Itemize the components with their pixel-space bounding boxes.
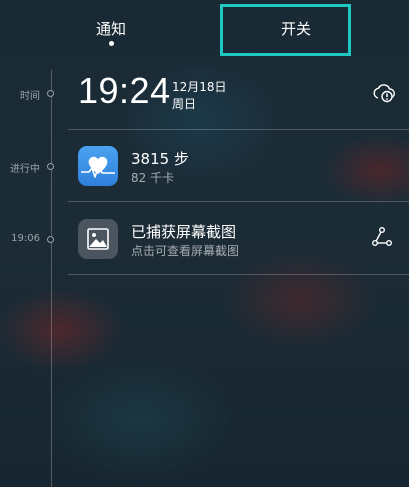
health-heart-icon xyxy=(78,146,118,186)
gallery-image-icon xyxy=(78,219,118,259)
screenshot-subtitle: 点击可查看屏幕截图 xyxy=(131,244,240,258)
screenshot-title: 已捕获屏幕截图 xyxy=(131,223,237,241)
steps-title: 3815 步 xyxy=(131,150,189,168)
tab-bar: 通知 开关 xyxy=(0,0,409,60)
timeline-label-progress: 进行中 xyxy=(10,164,40,175)
clock-weekday: 周日 xyxy=(172,97,197,111)
switch-tab-highlight-box xyxy=(220,4,351,56)
divider xyxy=(68,274,409,275)
timeline-node xyxy=(47,163,54,170)
divider xyxy=(68,201,409,202)
share-icon[interactable] xyxy=(371,226,393,252)
timeline-node xyxy=(47,236,54,243)
timeline-label-time: 时间 xyxy=(20,91,40,102)
steps-calories: 82 千卡 xyxy=(131,171,175,185)
timeline-line xyxy=(51,70,52,487)
tab-notifications[interactable]: 通知 xyxy=(96,18,126,39)
clock-time: 19:24 xyxy=(78,70,171,111)
cloud-alert-icon[interactable] xyxy=(372,82,396,108)
timeline-label-shot-time: 19:06 xyxy=(11,233,40,244)
clock-date: 12月18日 xyxy=(172,80,227,94)
timeline-node xyxy=(47,90,54,97)
active-tab-indicator xyxy=(109,41,114,46)
divider xyxy=(68,129,409,130)
